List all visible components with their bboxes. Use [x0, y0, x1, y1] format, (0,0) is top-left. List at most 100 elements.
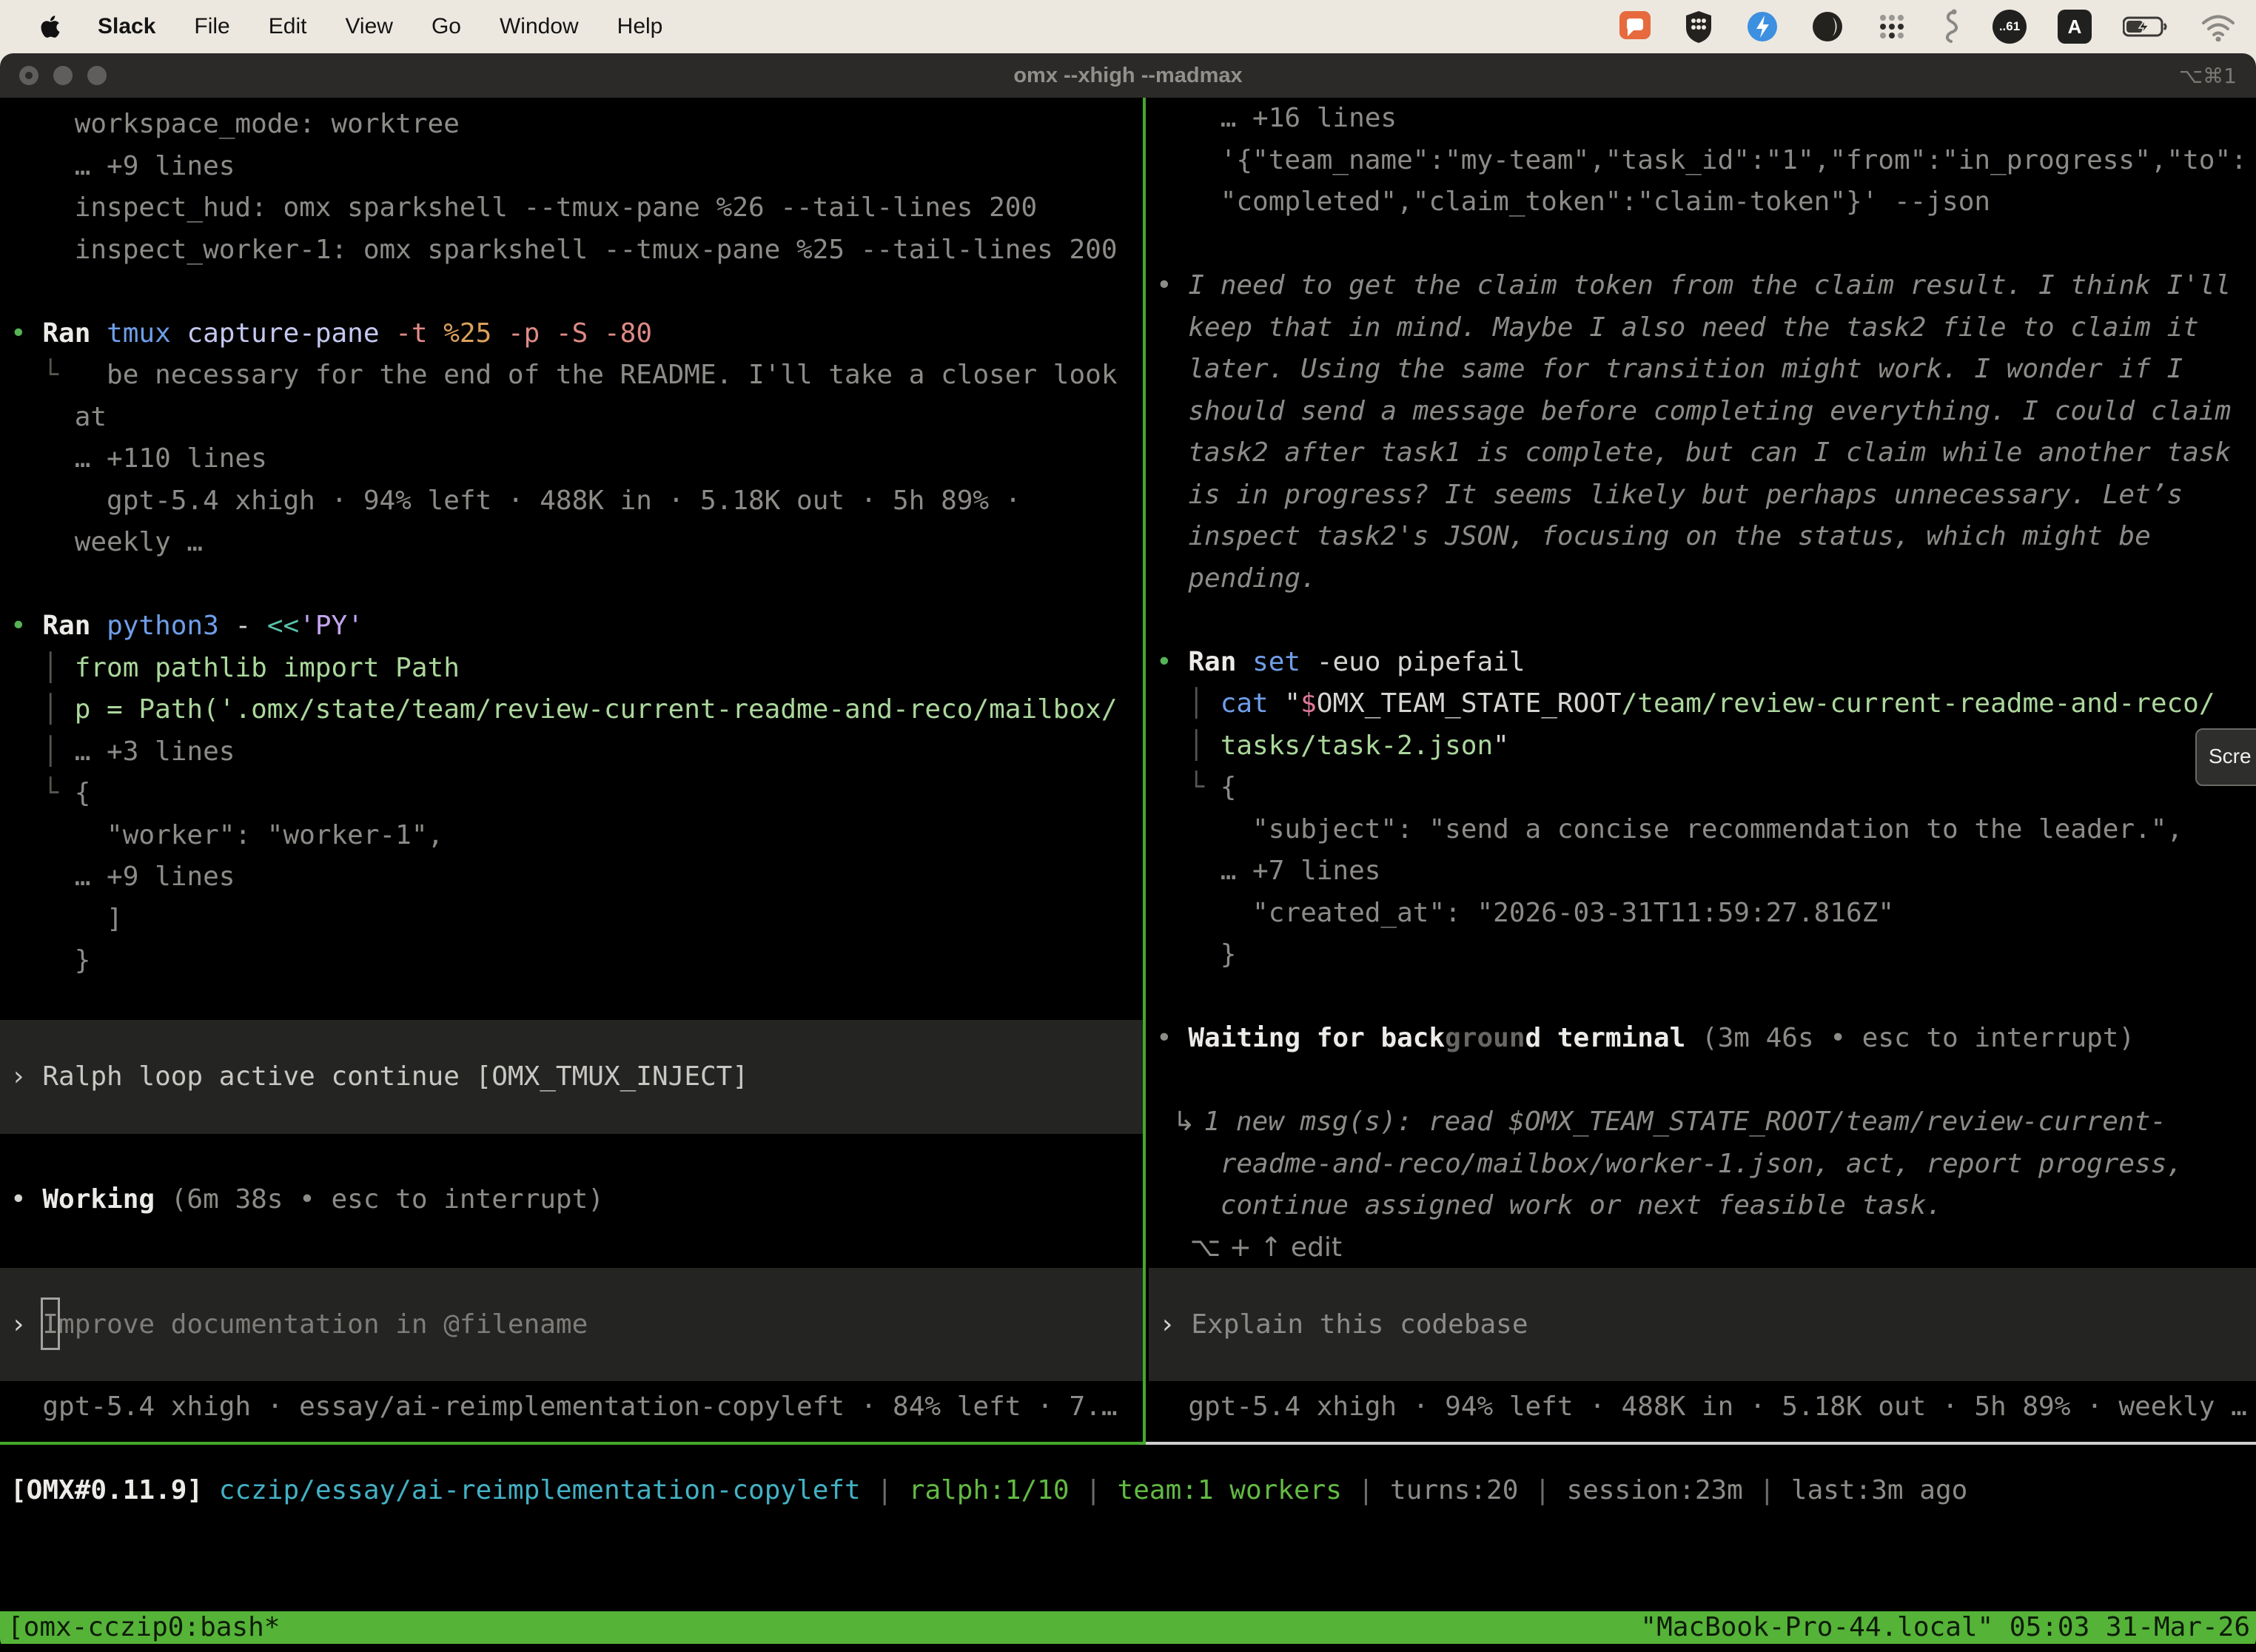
shield-icon[interactable]	[1683, 10, 1714, 44]
menu-item-help[interactable]: Help	[617, 14, 663, 39]
terminal-line: keep that in mind. Maybe I also need the…	[1156, 307, 2247, 349]
text-segment: … +9 lines	[10, 151, 235, 181]
text-segment: └	[1156, 772, 1221, 802]
text-segment: |	[1518, 1475, 1566, 1505]
text-segment: … +110 lines	[10, 443, 267, 474]
right-prompt-input[interactable]: › Explain this codebase	[1149, 1268, 2256, 1381]
text-segment: session:23m	[1566, 1475, 1742, 1505]
terminal-line: ⌥ + ↑ edit	[1156, 1227, 2247, 1269]
text-segment: Ran	[1188, 647, 1252, 677]
ralph-loop-banner: › Ralph loop active continue [OMX_TMUX_I…	[0, 1020, 1143, 1134]
window-title-bar[interactable]: omx --xhigh --madmax ⌥⌘1	[0, 53, 2256, 98]
text-segment: Ran	[42, 611, 107, 641]
text-segment: |	[1342, 1475, 1390, 1505]
menu-item-file[interactable]: File	[194, 14, 229, 39]
text-segment: keep that in mind. Maybe I also need the…	[1156, 312, 2199, 343]
bolt-hex-icon[interactable]	[1745, 10, 1779, 44]
right-pane-border	[1146, 1442, 2256, 1445]
text-segment: •	[1156, 1023, 1188, 1053]
text-segment: mprove documentation in @filename	[58, 1309, 588, 1340]
text-segment: … +16 lines	[1156, 103, 1397, 133]
text-segment: •	[10, 611, 42, 641]
text-segment: workspace_mode: worktree	[10, 109, 460, 139]
text-segment: (3m 46s • esc to interrupt)	[1685, 1023, 2135, 1053]
dots-grid-icon[interactable]	[1876, 10, 1908, 43]
text-segment: │	[1156, 688, 1221, 719]
text-segment: I	[42, 1309, 58, 1340]
text-segment: inspect_worker-1: omx sparkshell --tmux-…	[10, 235, 1118, 265]
text-segment: OMX_TEAM_STATE_ROOT	[1317, 688, 1622, 719]
right-prompt-text[interactable]: › Explain this codebase	[1149, 1268, 2256, 1310]
hook-icon[interactable]	[1939, 9, 1961, 44]
terminal-line: └ {	[1156, 767, 2247, 809]
moon-circle-icon[interactable]	[1810, 10, 1844, 44]
text-segment: "worker": "worker-1",	[10, 820, 443, 850]
terminal-line	[10, 564, 1118, 606]
terminal-window[interactable]: workspace_mode: worktree … +9 lines insp…	[0, 98, 2256, 1652]
tmux-session-label: [omx-cczip0:bash*	[7, 1611, 280, 1644]
text-segment: tasks/task-2.json	[1221, 731, 1493, 761]
text-segment: Explain this codebase	[1191, 1309, 1528, 1340]
terminal-line: weekly …	[10, 522, 1118, 564]
terminal-line	[1156, 1060, 2247, 1102]
terminal-line: … +16 lines	[1156, 98, 2247, 140]
ralph-loop-text: › Ralph loop active continue [OMX_TMUX_I…	[0, 1020, 1143, 1062]
text-segment: |	[1743, 1475, 1791, 1505]
terminal-line: should send a message before completing …	[1156, 391, 2247, 433]
apple-menu-icon[interactable]	[40, 14, 61, 39]
left-pane-status-line: gpt-5.4 xhigh · essay/ai-reimplementatio…	[10, 1386, 1118, 1428]
text-segment: inspect_hud: omx sparkshell --tmux-pane …	[10, 192, 1037, 223]
text-segment: Ran	[42, 318, 107, 349]
text-segment: ›	[10, 1061, 42, 1092]
text-segment: "	[1284, 688, 1300, 719]
text-segment: d terminal	[1525, 1023, 1686, 1053]
menu-item-view[interactable]: View	[345, 14, 392, 39]
keyboard-layout-badge[interactable]: A	[2058, 10, 2092, 44]
text-segment: Working	[42, 1184, 155, 1215]
terminal-line	[1156, 224, 2247, 266]
left-prompt-text[interactable]: › Improve documentation in @filename	[0, 1268, 1143, 1310]
text-segment: team:1 workers	[1118, 1475, 1342, 1505]
text-segment: readme-and-reco/mailbox/worker-1.json, a…	[1156, 1149, 2183, 1179]
text-segment: [OMX#0.11.9]	[10, 1475, 203, 1505]
text-segment: Waiting for back	[1188, 1023, 1445, 1053]
terminal-line: "worker": "worker-1",	[10, 815, 1118, 857]
window-title: omx --xhigh --madmax	[0, 64, 2256, 88]
left-pane-output: workspace_mode: worktree … +9 lines insp…	[10, 104, 1118, 982]
text-segment: ]	[10, 904, 123, 934]
terminal-line: • Ran python3 - <<'PY'	[10, 605, 1118, 648]
text-segment: |	[861, 1475, 909, 1505]
battery-percent-badge[interactable]: ..61	[1993, 10, 2027, 44]
tmux-status-bar: [omx-cczip0:bash* "MacBook-Pro-44.local"…	[0, 1611, 2256, 1644]
text-segment: -	[235, 611, 266, 641]
text-segment: {	[1221, 772, 1237, 802]
text-segment: set	[1252, 647, 1317, 677]
chat-icon[interactable]	[1618, 10, 1652, 44]
terminal-line: ]	[10, 899, 1118, 941]
terminal-line: at	[10, 397, 1118, 439]
terminal-line: "completed","claim_token":"claim-token"}…	[1156, 181, 2247, 224]
menu-item-edit[interactable]: Edit	[269, 14, 307, 39]
text-segment: -80	[604, 318, 652, 349]
left-prompt-input[interactable]: › Improve documentation in @filename	[0, 1268, 1143, 1381]
pane-divider[interactable]	[1143, 98, 1146, 1442]
text-segment: └	[10, 360, 58, 390]
menu-item-window[interactable]: Window	[500, 14, 579, 39]
battery-icon[interactable]	[2123, 10, 2169, 44]
terminal-line: '{"team_name":"my-team","task_id":"1","f…	[1156, 140, 2247, 182]
text-segment: {	[75, 778, 91, 808]
terminal-line: inspect task2's JSON, focusing on the st…	[1156, 516, 2247, 558]
wifi-icon[interactable]	[2200, 12, 2237, 41]
terminal-line: task2 after task1 is complete, but can I…	[1156, 432, 2247, 474]
right-pane-status-line: gpt-5.4 xhigh · 94% left · 488K in · 5.1…	[1156, 1386, 2247, 1428]
menu-item-slack[interactable]: Slack	[98, 14, 155, 39]
text-segment: python3	[107, 611, 235, 641]
text-segment: cat	[1221, 688, 1285, 719]
menu-item-go[interactable]: Go	[432, 14, 461, 39]
terminal-line: • Ran set -euo pipefail	[1156, 642, 2247, 684]
text-segment: │	[10, 694, 75, 725]
terminal-line: inspect_worker-1: omx sparkshell --tmux-…	[10, 229, 1118, 272]
text-segment: is in progress? It seems likely but perh…	[1156, 480, 2183, 510]
text-segment: gpt-5.4 xhigh · essay/ai-reimplementatio…	[10, 1391, 1118, 1422]
text-segment: ⌥ + ↑ edit	[1156, 1232, 1342, 1263]
